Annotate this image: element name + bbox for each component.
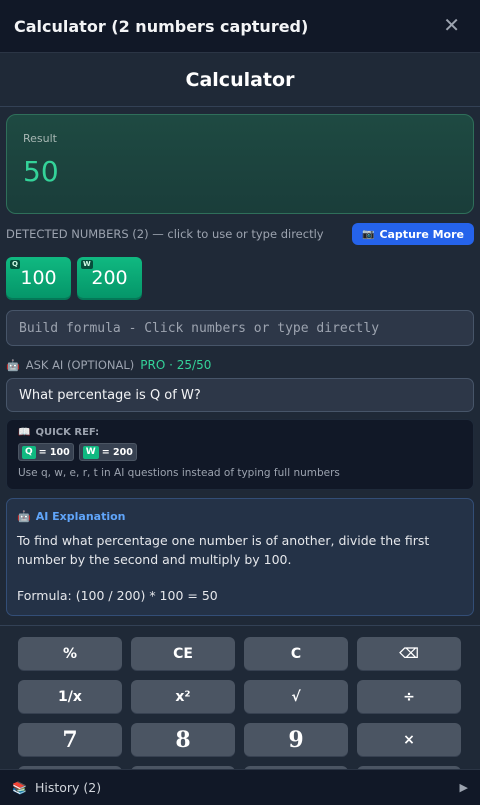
result-panel: Result 50	[6, 114, 474, 214]
quick-ref-item-w: W = 200	[78, 443, 137, 461]
ask-ai-header: 🤖 ASK AI (OPTIONAL) PRO · 25/50	[6, 357, 211, 373]
key-backspace[interactable]: ⌫	[357, 637, 461, 670]
robot-icon: 🤖	[17, 510, 31, 523]
history-icon: 📚	[12, 780, 27, 795]
ai-explanation-body: To find what percentage one number is of…	[17, 533, 430, 567]
quick-ref-value: = 200	[101, 446, 133, 458]
history-label: History (2)	[34, 780, 102, 795]
key-square[interactable]: x²	[131, 680, 235, 713]
chip-key-badge: W	[81, 260, 93, 269]
quick-ref-value: = 100	[38, 446, 70, 458]
pro-quota-badge: PRO · 25/50	[140, 358, 212, 372]
key-8[interactable]: 8	[131, 723, 235, 756]
quick-ref-title: QUICK REF:	[35, 427, 100, 438]
key-sqrt[interactable]: √	[244, 680, 348, 713]
close-icon[interactable]: ✕	[443, 13, 460, 37]
result-label: Result	[23, 132, 57, 145]
chip-value: 200	[91, 266, 128, 289]
number-chip-q[interactable]: Q 100	[6, 257, 71, 298]
key-7[interactable]: 7	[18, 723, 122, 756]
robot-icon: 🤖	[6, 358, 20, 372]
key-multiply[interactable]: ×	[357, 723, 461, 756]
ai-explanation-title: AI Explanation	[35, 510, 126, 523]
quick-ref-pills: Q = 100 W = 200	[18, 443, 462, 461]
camera-icon: 📷	[361, 228, 375, 240]
divider	[0, 625, 480, 626]
chip-key-badge: Q	[10, 260, 20, 269]
quick-ref-key: W	[82, 445, 99, 459]
expand-history-icon[interactable]: ▶	[460, 781, 468, 794]
key-clear-entry[interactable]: CE	[131, 637, 235, 670]
capture-more-button[interactable]: 📷 Capture More	[351, 223, 474, 245]
key-divide[interactable]: ÷	[357, 680, 461, 713]
page-title: Calculator	[185, 69, 295, 91]
key-clear[interactable]: C	[244, 637, 348, 670]
quick-ref-key: Q	[22, 445, 36, 459]
keypad: % CE C ⌫ 1/x x² √ ÷ 7 8 9 × 4 5 6 −	[18, 637, 462, 769]
ai-question-input[interactable]	[6, 378, 474, 412]
quick-ref-note: Use q, w, e, r, t in AI questions instea…	[18, 467, 340, 479]
key-percent[interactable]: %	[18, 637, 122, 670]
number-chip-w[interactable]: W 200	[77, 257, 142, 298]
chip-value: 100	[20, 266, 57, 289]
ai-explanation-header: 🤖 AI Explanation	[17, 510, 463, 523]
quick-ref-header: 📖 QUICK REF:	[18, 427, 462, 438]
book-icon: 📖	[18, 427, 31, 438]
quick-ref-item-q: Q = 100	[18, 443, 74, 461]
quick-ref-panel: 📖 QUICK REF: Q = 100 W = 200 Use q, w, e…	[6, 419, 474, 490]
detected-number-chips: Q 100 W 200	[6, 257, 142, 298]
ai-explanation-panel: 🤖 AI Explanation To find what percentage…	[6, 498, 474, 616]
window-title: Calculator (2 numbers captured)	[14, 16, 309, 36]
window-titlebar: Calculator (2 numbers captured) ✕	[0, 0, 480, 53]
app-header: Calculator	[0, 54, 480, 107]
ai-explanation-formula: Formula: (100 / 200) * 100 = 50	[17, 588, 218, 603]
capture-more-label: Capture More	[379, 227, 464, 241]
detected-numbers-header: DETECTED NUMBERS (2) — click to use or t…	[6, 222, 474, 246]
history-bar[interactable]: 📚 History (2) ▶	[0, 769, 480, 805]
detected-numbers-label: DETECTED NUMBERS (2) — click to use or t…	[6, 227, 324, 241]
result-value: 50	[23, 155, 59, 188]
key-reciprocal[interactable]: 1/x	[18, 680, 122, 713]
key-9[interactable]: 9	[244, 723, 348, 756]
formula-input[interactable]	[6, 310, 474, 346]
ask-ai-label: ASK AI (OPTIONAL)	[25, 358, 135, 372]
